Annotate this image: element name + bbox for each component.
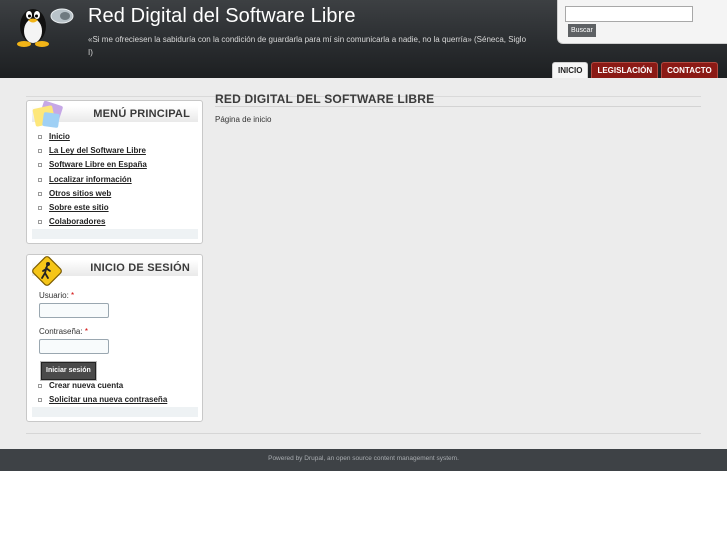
bullet-icon [38, 384, 42, 388]
notes-icon [32, 101, 63, 128]
bullet-icon [38, 191, 42, 196]
username-field[interactable] [39, 303, 109, 318]
main-menu-block: MENÚ PRINCIPAL Inicio La Ley del Softwar… [26, 100, 203, 244]
menu-item-otros-sitios[interactable]: Otros sitios web [37, 188, 147, 202]
site-footer: Powered by Drupal, an open source conten… [0, 449, 727, 471]
menu-item-label[interactable]: Inicio [49, 132, 70, 141]
bottom-divider [26, 433, 701, 434]
pedestrian-sign-icon [32, 256, 62, 286]
site-name[interactable]: Red Digital del Software Libre [88, 5, 356, 28]
title-divider [215, 106, 701, 107]
menu-item-label[interactable]: Colaboradores [49, 217, 105, 226]
login-button[interactable]: Iniciar sesión [40, 361, 97, 381]
required-mark: * [84, 327, 88, 336]
menu-item-label[interactable]: Localizar información [49, 175, 132, 184]
bullet-icon [38, 163, 42, 168]
page: Red Digital del Software Libre «Si me of… [0, 0, 727, 545]
search-button[interactable]: Buscar [568, 24, 596, 37]
tux-penguin-logo[interactable] [10, 2, 76, 48]
main-menu-list: Inicio La Ley del Software Libre Softwar… [37, 131, 147, 230]
search-input[interactable] [565, 6, 693, 22]
menu-item-label[interactable]: La Ley del Software Libre [49, 146, 146, 155]
site-slogan: «Si me ofreciesen la sabiduría con la co… [88, 35, 527, 57]
username-label: Usuario: * [39, 291, 74, 300]
menu-item-label[interactable]: Software Libre en España [49, 160, 147, 169]
username-label-text: Usuario: [39, 291, 69, 300]
menu-item-localizar[interactable]: Localizar información [37, 174, 147, 188]
tab-inicio[interactable]: INICIO [552, 62, 589, 78]
bullet-icon [38, 398, 42, 402]
link-label[interactable]: Crear nueva cuenta [49, 381, 123, 390]
password-field[interactable] [39, 339, 109, 354]
login-title: INICIO DE SESIÓN [90, 262, 190, 274]
search-box: Buscar [557, 0, 727, 44]
site-header: Red Digital del Software Libre «Si me of… [0, 0, 727, 78]
menu-item-ley[interactable]: La Ley del Software Libre [37, 145, 147, 159]
bullet-icon [38, 220, 42, 225]
bullet-icon [38, 177, 42, 182]
menu-item-espana[interactable]: Software Libre en España [37, 159, 147, 173]
block-footer-strip [32, 229, 198, 239]
tab-legislacion[interactable]: LEGISLACIÓN [591, 62, 659, 78]
block-footer-strip [32, 407, 198, 417]
bullet-icon [38, 135, 42, 139]
password-label: Contraseña: * [39, 327, 88, 336]
menu-item-label[interactable]: Sobre este sitio [49, 203, 109, 212]
login-block: INICIO DE SESIÓN Usuario: * Contraseña: … [26, 254, 203, 422]
menu-item-inicio[interactable]: Inicio [37, 131, 147, 145]
page-title: RED DIGITAL DEL SOFTWARE LIBRE [215, 92, 435, 106]
primary-tabs: INICIO LEGISLACIÓN CONTACTO [552, 62, 718, 78]
main-menu-title: MENÚ PRINCIPAL [93, 108, 190, 120]
bullet-icon [38, 149, 42, 154]
link-label[interactable]: Solicitar una nueva contraseña [49, 395, 167, 404]
password-label-text: Contraseña: [39, 327, 83, 336]
request-password-link[interactable]: Solicitar una nueva contraseña [37, 394, 167, 408]
menu-item-label[interactable]: Otros sitios web [49, 189, 111, 198]
bullet-icon [38, 205, 42, 210]
page-body-text: Página de inicio [215, 115, 272, 124]
footer-text[interactable]: Powered by Drupal, an open source conten… [0, 455, 727, 462]
menu-item-sobre[interactable]: Sobre este sitio [37, 202, 147, 216]
required-mark: * [71, 291, 75, 300]
login-links: Crear nueva cuenta Solicitar una nueva c… [37, 380, 167, 408]
tab-contacto[interactable]: CONTACTO [661, 62, 718, 78]
create-account-link[interactable]: Crear nueva cuenta [37, 380, 167, 394]
